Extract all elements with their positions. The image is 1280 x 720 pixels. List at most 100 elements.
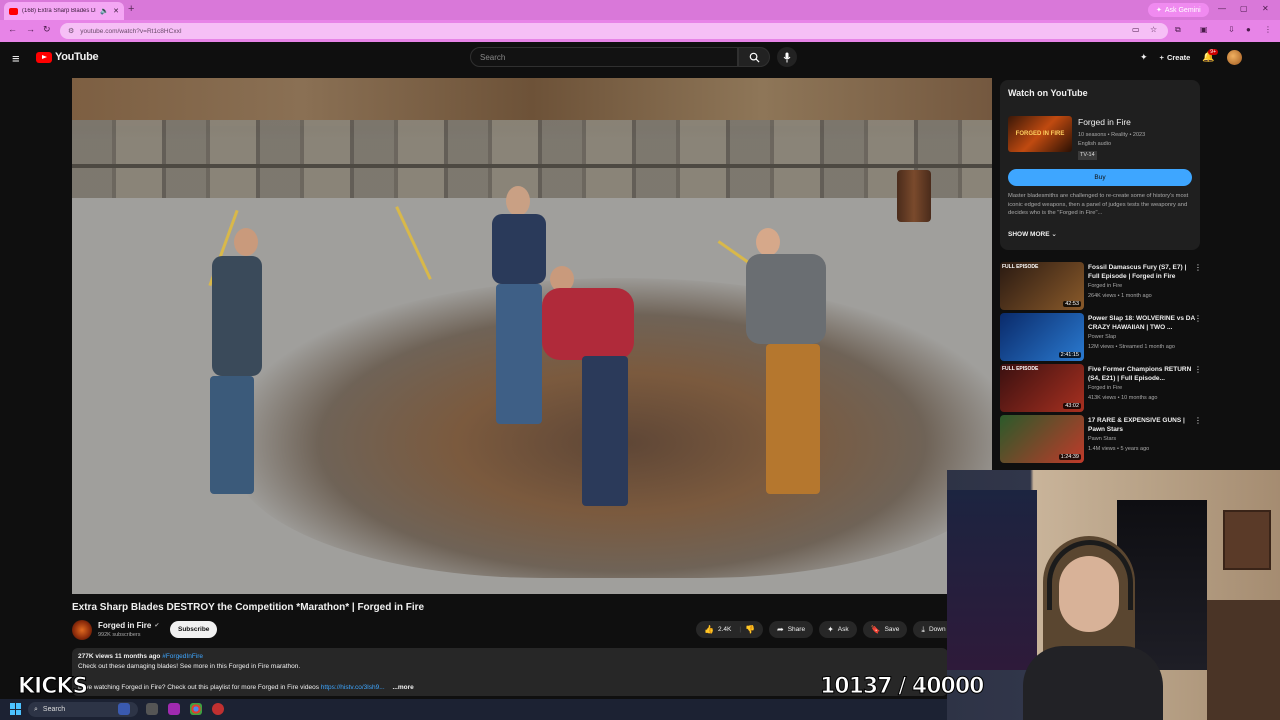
- playlist-link[interactable]: https://histv.co/3lsh9...: [321, 684, 385, 691]
- site-info-icon[interactable]: ⚙: [68, 27, 74, 35]
- chrome-icon[interactable]: [190, 703, 202, 715]
- hamburger-menu-icon[interactable]: ≡: [12, 51, 20, 66]
- tab-close-icon[interactable]: ✕: [113, 7, 119, 15]
- hashtag-link[interactable]: #ForgedInFire: [162, 653, 203, 660]
- windows-start-icon[interactable]: [10, 703, 22, 715]
- notification-count-badge: 9+: [1208, 49, 1218, 55]
- more-options-icon[interactable]: ⋮: [1194, 365, 1202, 374]
- recommendation-title[interactable]: 17 RARE & EXPENSIVE GUNS | Pawn Stars: [1088, 416, 1196, 434]
- gemini-sparkle-icon[interactable]: ✦: [1140, 52, 1148, 63]
- bookmark-star-icon[interactable]: ☆: [1150, 25, 1157, 34]
- video-frame-brush: [72, 78, 992, 126]
- save-button[interactable]: 🔖 Save: [862, 621, 908, 638]
- search-button[interactable]: [738, 47, 770, 67]
- recommendation-meta: 1.4M views • 5 years ago: [1088, 446, 1150, 452]
- file-explorer-icon[interactable]: [146, 703, 158, 715]
- youtube-favicon-icon: [9, 7, 18, 15]
- close-window-icon[interactable]: ✕: [1262, 4, 1269, 13]
- voice-search-button[interactable]: [777, 47, 797, 67]
- create-button[interactable]: + Create: [1160, 53, 1191, 62]
- gemini-icon: ✦: [1156, 7, 1162, 14]
- create-label: Create: [1166, 53, 1191, 62]
- verified-check-icon: ✔: [154, 623, 160, 629]
- notifications-button[interactable]: 🔔 9+: [1202, 49, 1218, 63]
- youtube-logo[interactable]: YouTube: [36, 51, 99, 63]
- description-box[interactable]: 277K views 11 months ago #ForgedInFire C…: [72, 648, 948, 696]
- taskbar-app-icon[interactable]: [118, 703, 130, 715]
- new-tab-icon[interactable]: +: [128, 3, 134, 15]
- recommendation-thumbnail[interactable]: FULL EPISODE 42:53: [1000, 262, 1084, 310]
- recommendation-meta: 264K views • 1 month ago: [1088, 293, 1152, 299]
- share-label: Share: [787, 626, 806, 633]
- recommendation-item[interactable]: FULL EPISODE 42:53 Fossil Damascus Fury (S…: [1000, 262, 1202, 310]
- downloads-icon[interactable]: ⇩: [1228, 25, 1235, 34]
- windows-taskbar: ⌕ Search: [0, 699, 947, 720]
- taskbar-app-icon[interactable]: [168, 703, 180, 715]
- recommendation-thumbnail[interactable]: FULL EPISODE 43:02: [1000, 364, 1084, 412]
- recommendation-thumbnail[interactable]: 2:41:15: [1000, 313, 1084, 361]
- extensions-icon[interactable]: ⧉: [1175, 25, 1181, 35]
- channel-name-link[interactable]: Forged in Fire ✔: [98, 621, 159, 630]
- recommendation-item[interactable]: 2:41:15 Power Slap 18: WOLVERINE vs DA CR…: [1000, 313, 1202, 361]
- subscribe-button[interactable]: Subscribe: [170, 621, 218, 638]
- address-bar[interactable]: ⚙ youtube.com/watch?v=Rt1c8HCxxI: [60, 23, 1168, 39]
- recommendation-title[interactable]: Five Former Champions RETURN (S4, E21) |…: [1088, 365, 1196, 383]
- browser-menu-icon[interactable]: ⋮: [1264, 25, 1272, 34]
- webcam-wall-picture: [1223, 510, 1271, 570]
- ask-button[interactable]: ✦ Ask: [819, 621, 857, 638]
- share-button[interactable]: ➦ Share: [769, 621, 814, 638]
- browser-tab[interactable]: (168) Extra Sharp Blades DE... 🔈 ✕: [4, 2, 124, 20]
- recommendation-title[interactable]: Fossil Damascus Fury (S7, E7) | Full Epi…: [1088, 263, 1196, 281]
- thumbs-down-icon[interactable]: 👎: [745, 625, 755, 634]
- show-rating-badge: TV-14: [1078, 150, 1097, 161]
- taskbar-app-icon[interactable]: [212, 703, 224, 715]
- ask-gemini-button[interactable]: ✦ Ask Gemini: [1148, 3, 1209, 17]
- video-frame-wall-shadow: [72, 164, 992, 168]
- video-player[interactable]: [72, 78, 992, 594]
- recommendation-channel[interactable]: Power Slap: [1088, 334, 1116, 340]
- show-title[interactable]: Forged in Fire: [1078, 117, 1131, 127]
- show-more-button[interactable]: SHOW MORE ⌄: [1008, 230, 1057, 238]
- back-icon[interactable]: ←: [8, 24, 17, 34]
- search-input[interactable]: Search: [470, 47, 738, 67]
- recommendation-channel[interactable]: Forged in Fire: [1088, 283, 1122, 289]
- description-line: Love watching Forged in Fire? Check out …: [78, 684, 319, 691]
- webcam-person-body: [1023, 646, 1163, 720]
- url-text: youtube.com/watch?v=Rt1c8HCxxI: [80, 27, 182, 35]
- more-options-icon[interactable]: ⋮: [1194, 263, 1202, 272]
- description-line: Check out these damaging blades! See mor…: [78, 663, 301, 670]
- search-icon: ⌕: [34, 705, 38, 713]
- show-audio: English audio: [1078, 141, 1112, 148]
- recommendation-item[interactable]: 1:24:39 17 RARE & EXPENSIVE GUNS | Pawn S…: [1000, 415, 1202, 463]
- more-options-icon[interactable]: ⋮: [1194, 416, 1202, 425]
- sidepanel-icon[interactable]: ▣: [1200, 25, 1208, 34]
- tab-audio-icon[interactable]: 🔈: [100, 7, 109, 15]
- maximize-icon[interactable]: ▢: [1240, 4, 1248, 13]
- description-more-button[interactable]: ...more: [392, 684, 413, 691]
- ask-gemini-label: Ask Gemini: [1164, 6, 1201, 14]
- buy-button[interactable]: Buy: [1008, 169, 1192, 186]
- recommendation-meta: 413K views • 10 months ago: [1088, 395, 1158, 401]
- like-button[interactable]: 👍 2.4K | 👎: [696, 621, 764, 638]
- account-avatar[interactable]: [1226, 50, 1242, 65]
- like-divider: |: [739, 626, 742, 633]
- more-options-icon[interactable]: ⋮: [1194, 314, 1202, 323]
- recommendation-channel[interactable]: Forged in Fire: [1088, 385, 1122, 391]
- webcam-shelf: [1207, 600, 1280, 720]
- forward-icon[interactable]: →: [26, 24, 35, 34]
- recommendation-channel[interactable]: Pawn Stars: [1088, 436, 1116, 442]
- minimize-icon[interactable]: —: [1218, 4, 1226, 13]
- youtube-play-icon: [36, 51, 52, 63]
- profile-avatar-icon[interactable]: ●: [1246, 25, 1251, 34]
- recommendation-meta: 12M views • Streamed 1 month ago: [1088, 344, 1175, 350]
- recommendation-item[interactable]: FULL EPISODE 43:02 Five Former Champions R…: [1000, 364, 1202, 412]
- recommendation-thumbnail[interactable]: 1:24:39: [1000, 415, 1084, 463]
- video-actions: 👍 2.4K | 👎 ➦ Share ✦ Ask 🔖 Save ⤓ Down: [696, 621, 954, 638]
- bookmark-icon: 🔖: [870, 625, 881, 634]
- reload-icon[interactable]: ↻: [43, 24, 51, 35]
- show-thumbnail[interactable]: FORGED IN FIRE: [1008, 116, 1072, 152]
- cast-icon[interactable]: ▭: [1132, 25, 1140, 34]
- upload-age: 11 months ago: [114, 653, 161, 660]
- channel-avatar[interactable]: [72, 620, 92, 640]
- recommendation-title[interactable]: Power Slap 18: WOLVERINE vs DA CRAZY HAW…: [1088, 314, 1196, 332]
